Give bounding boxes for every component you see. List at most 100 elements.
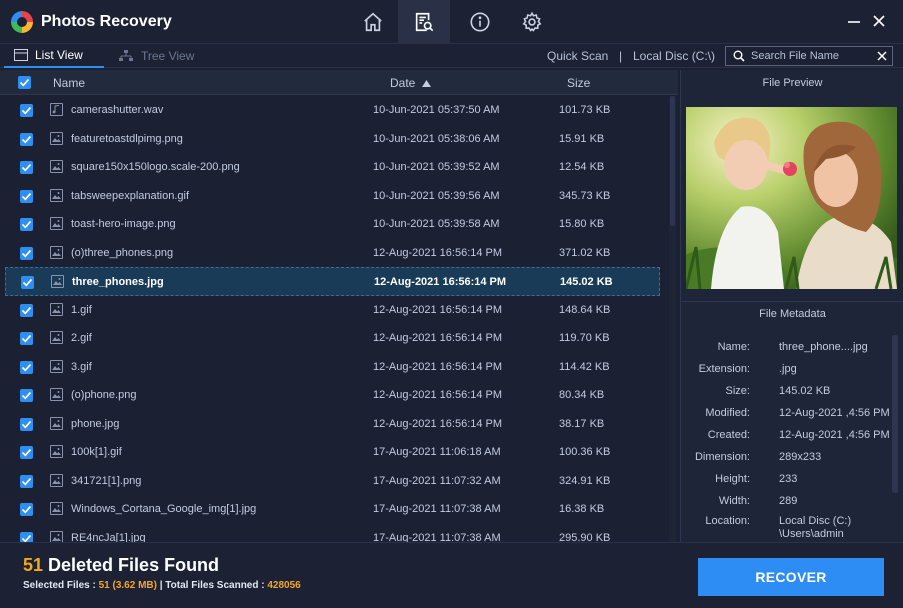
file-list-scroll-thumb[interactable] <box>670 96 675 226</box>
size-column-header[interactable]: Size <box>567 76 590 90</box>
file-name: (o)phone.png <box>71 389 137 401</box>
file-row[interactable]: 100k[1].gif 17-Aug-2021 11:06:18 AM 100.36… <box>0 438 668 467</box>
checkmark-icon <box>19 78 30 87</box>
tree-view-tab[interactable]: Tree View <box>118 44 194 68</box>
file-row[interactable]: toast-hero-image.png 10-Jun-2021 05:39:58… <box>0 210 668 239</box>
file-checkbox[interactable] <box>20 474 33 488</box>
minimize-button[interactable] <box>845 12 863 30</box>
file-row[interactable]: Windows_Cortana_Google_img[1].jpg 17-Aug-… <box>0 495 668 524</box>
file-checkbox[interactable] <box>20 218 33 231</box>
file-size: 114.42 KB <box>559 360 610 373</box>
name-column-header[interactable]: Name <box>53 76 85 90</box>
file-date: 12-Aug-2021 16:56:14 PM <box>373 360 503 373</box>
file-checkbox[interactable] <box>20 360 33 374</box>
clear-search-icon[interactable] <box>877 51 887 61</box>
metadata-value: 12-Aug-2021 ,4:56 PM <box>779 407 890 419</box>
file-row[interactable]: RE4ncJa[1].jpg 17-Aug-2021 11:07:38 AM 295… <box>0 524 668 542</box>
checkmark-icon <box>21 448 32 457</box>
file-checkbox[interactable] <box>20 332 33 345</box>
file-name: 3.gif <box>71 360 92 373</box>
checkmark-icon <box>21 306 32 315</box>
file-date: 17-Aug-2021 11:07:32 AM <box>373 474 501 487</box>
tree-view-icon <box>119 50 133 61</box>
metadata-label: Created: <box>707 429 750 441</box>
file-checkbox[interactable] <box>21 276 34 289</box>
file-checkbox[interactable] <box>20 132 33 146</box>
tree-view-label: Tree View <box>141 49 195 63</box>
list-view-label: List View <box>35 48 83 62</box>
file-name: Windows_Cortana_Google_img[1].jpg <box>71 503 257 515</box>
checkmark-icon <box>21 505 32 514</box>
file-checkbox[interactable] <box>20 246 33 260</box>
audio-file-icon <box>50 103 63 116</box>
metadata-label: Extension: <box>698 363 750 375</box>
checkmark-icon <box>21 220 32 229</box>
file-row[interactable]: 341721[1].png 17-Aug-2021 11:07:32 AM 324.… <box>0 467 668 496</box>
file-row[interactable]: three_phones.jpg 12-Aug-2021 16:56:14 PM 1… <box>5 267 660 296</box>
file-row[interactable]: featuretoastdlpimg.png 10-Jun-2021 05:38:… <box>0 125 668 154</box>
scan-separator: | <box>619 49 623 63</box>
file-row[interactable]: phone.jpg 12-Aug-2021 16:56:14 PM 38.17 KB <box>0 410 668 439</box>
file-row[interactable]: (o)phone.png 12-Aug-2021 16:56:14 PM 80.34… <box>0 381 668 410</box>
checkmark-icon <box>21 420 32 429</box>
list-view-tab[interactable]: List View <box>4 44 104 68</box>
file-checkbox[interactable] <box>20 189 33 203</box>
scan-tab[interactable] <box>398 0 450 44</box>
file-checkbox[interactable] <box>20 417 33 431</box>
file-checkbox[interactable] <box>20 303 33 317</box>
app-title: Photos Recovery <box>41 13 172 30</box>
file-checkbox[interactable] <box>20 161 33 174</box>
checkmark-icon <box>21 135 32 144</box>
image-file-icon <box>50 217 63 230</box>
file-checkbox[interactable] <box>20 503 33 516</box>
file-size: 345.73 KB <box>559 189 611 202</box>
file-checkbox[interactable] <box>20 531 33 542</box>
file-name: 2.gif <box>71 332 92 344</box>
file-preview-panel: File Preview File Metadata Name: three_p… <box>680 70 903 542</box>
file-checkbox[interactable] <box>20 389 33 402</box>
file-list-scrollbar[interactable] <box>669 96 676 542</box>
file-row[interactable]: 2.gif 12-Aug-2021 16:56:14 PM 119.70 KB <box>0 324 668 353</box>
metadata-scrollbar[interactable] <box>892 335 898 493</box>
close-window-button[interactable] <box>870 12 888 30</box>
checkmark-icon <box>21 163 32 172</box>
metadata-label: Dimension: <box>694 451 750 463</box>
file-preview-title: File Preview <box>762 77 823 89</box>
file-row[interactable]: (o)three_phones.png 12-Aug-2021 16:56:14 … <box>0 239 668 268</box>
home-tab[interactable] <box>348 0 398 44</box>
file-size: 15.91 KB <box>559 132 605 145</box>
file-date: 12-Aug-2021 16:56:14 PM <box>373 417 503 430</box>
image-file-icon <box>50 388 63 401</box>
file-checkbox[interactable] <box>20 104 33 117</box>
image-file-icon <box>50 302 63 316</box>
info-tab[interactable] <box>455 0 505 44</box>
deleted-files-found: 51 Deleted Files Found <box>23 555 219 576</box>
file-row[interactable]: tabsweepexplanation.gif 10-Jun-2021 05:39… <box>0 182 668 211</box>
file-row[interactable]: 1.gif 12-Aug-2021 16:56:14 PM 148.64 KB <box>0 296 668 325</box>
file-name: square150x150logo.scale-200.png <box>71 161 240 173</box>
search-input[interactable] <box>751 50 869 62</box>
preview-image <box>686 107 897 289</box>
image-file-icon <box>50 331 63 344</box>
file-checkbox[interactable] <box>20 446 33 459</box>
info-icon <box>470 12 490 32</box>
checkmark-icon <box>21 391 32 400</box>
select-all-checkbox[interactable] <box>18 76 31 89</box>
file-row[interactable]: square150x150logo.scale-200.png 10-Jun-20… <box>0 153 668 182</box>
list-view-icon <box>14 49 28 61</box>
file-date: 10-Jun-2021 05:39:52 AM <box>373 161 500 173</box>
file-name: 341721[1].png <box>71 474 142 487</box>
file-size: 100.36 KB <box>559 446 611 458</box>
found-label: Deleted Files Found <box>43 555 220 575</box>
panel-divider <box>681 301 903 302</box>
checkmark-icon <box>21 334 32 343</box>
metadata-label: Size: <box>725 385 750 397</box>
file-name: 1.gif <box>71 303 92 316</box>
file-row[interactable]: 3.gif 12-Aug-2021 16:56:14 PM 114.42 KB <box>0 353 668 382</box>
file-row[interactable]: camerashutter.wav 10-Jun-2021 05:37:50 AM… <box>0 96 668 125</box>
date-column-header[interactable]: Date <box>390 76 415 90</box>
file-size: 12.54 KB <box>559 161 605 173</box>
settings-tab[interactable] <box>507 0 557 44</box>
metadata-value: .jpg <box>779 363 797 375</box>
recover-button[interactable]: RECOVER <box>698 558 884 596</box>
